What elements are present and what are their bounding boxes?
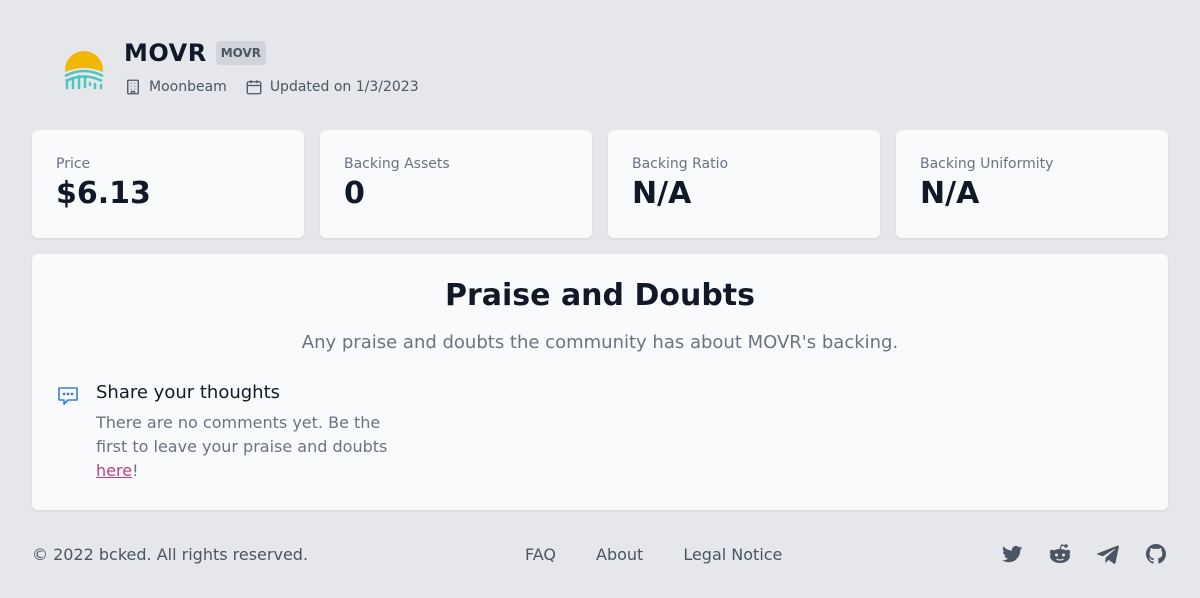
share-thoughts: Share your thoughts There are no comment… xyxy=(56,382,396,483)
footer-links: FAQ About Legal Notice xyxy=(525,545,782,564)
stat-value: N/A xyxy=(632,176,692,211)
stat-label: Backing Uniformity xyxy=(920,156,1054,172)
section-subtitle: Any praise and doubts the community has … xyxy=(301,332,899,353)
share-body: There are no comments yet. Be the first … xyxy=(96,413,388,456)
reddit-icon[interactable] xyxy=(1048,542,1072,566)
updated-meta: Updated on 1/3/2023 xyxy=(245,78,419,96)
stat-value: N/A xyxy=(920,176,980,211)
section-title: Praise and Doubts xyxy=(444,278,756,313)
copyright: © 2022 bcked. All rights reserved. xyxy=(32,544,309,564)
telegram-icon[interactable] xyxy=(1096,542,1120,566)
stat-card-backing-ratio: Backing Ratio N/A xyxy=(608,130,880,238)
share-suffix: ! xyxy=(132,461,139,480)
stat-label: Backing Ratio xyxy=(632,156,729,172)
footer-link-faq[interactable]: FAQ xyxy=(525,545,556,564)
stats-row: Price $6.13 Backing Assets 0 Backing Rat… xyxy=(32,130,1168,238)
github-icon[interactable] xyxy=(1144,542,1168,566)
stat-label: Price xyxy=(56,156,91,172)
social-links xyxy=(1000,542,1168,566)
network-name: Moonbeam xyxy=(149,79,227,95)
stat-card-backing-uniformity: Backing Uniformity N/A xyxy=(896,130,1168,238)
coin-name: MOVR xyxy=(124,39,207,67)
movr-logo xyxy=(64,51,104,90)
network-meta: Moonbeam xyxy=(124,78,227,96)
building-icon xyxy=(127,79,139,95)
symbol-badge: MOVR xyxy=(215,41,267,65)
footer-link-about[interactable]: About xyxy=(596,545,643,564)
share-text: There are no comments yet. Be the first … xyxy=(96,411,396,483)
stat-value: 0 xyxy=(344,176,365,211)
stat-value: $6.13 xyxy=(56,176,151,211)
praise-doubts-card: Praise and Doubts Any praise and doubts … xyxy=(32,254,1168,510)
comment-link[interactable]: here xyxy=(96,461,132,480)
stat-card-price: Price $6.13 xyxy=(32,130,304,238)
stat-label: Backing Assets xyxy=(344,156,450,172)
updated-date: Updated on 1/3/2023 xyxy=(269,79,419,95)
footer: © 2022 bcked. All rights reserved. FAQ A… xyxy=(32,540,1168,568)
calendar-icon xyxy=(246,80,262,95)
footer-link-legal[interactable]: Legal Notice xyxy=(683,545,782,564)
share-heading: Share your thoughts xyxy=(96,382,281,403)
chat-bubble-icon xyxy=(58,387,78,405)
stat-card-backing-assets: Backing Assets 0 xyxy=(320,130,592,238)
twitter-icon[interactable] xyxy=(1000,542,1024,566)
coin-header: MOVR MOVR Moonbeam Updated on 1/3/2023 xyxy=(62,38,437,96)
